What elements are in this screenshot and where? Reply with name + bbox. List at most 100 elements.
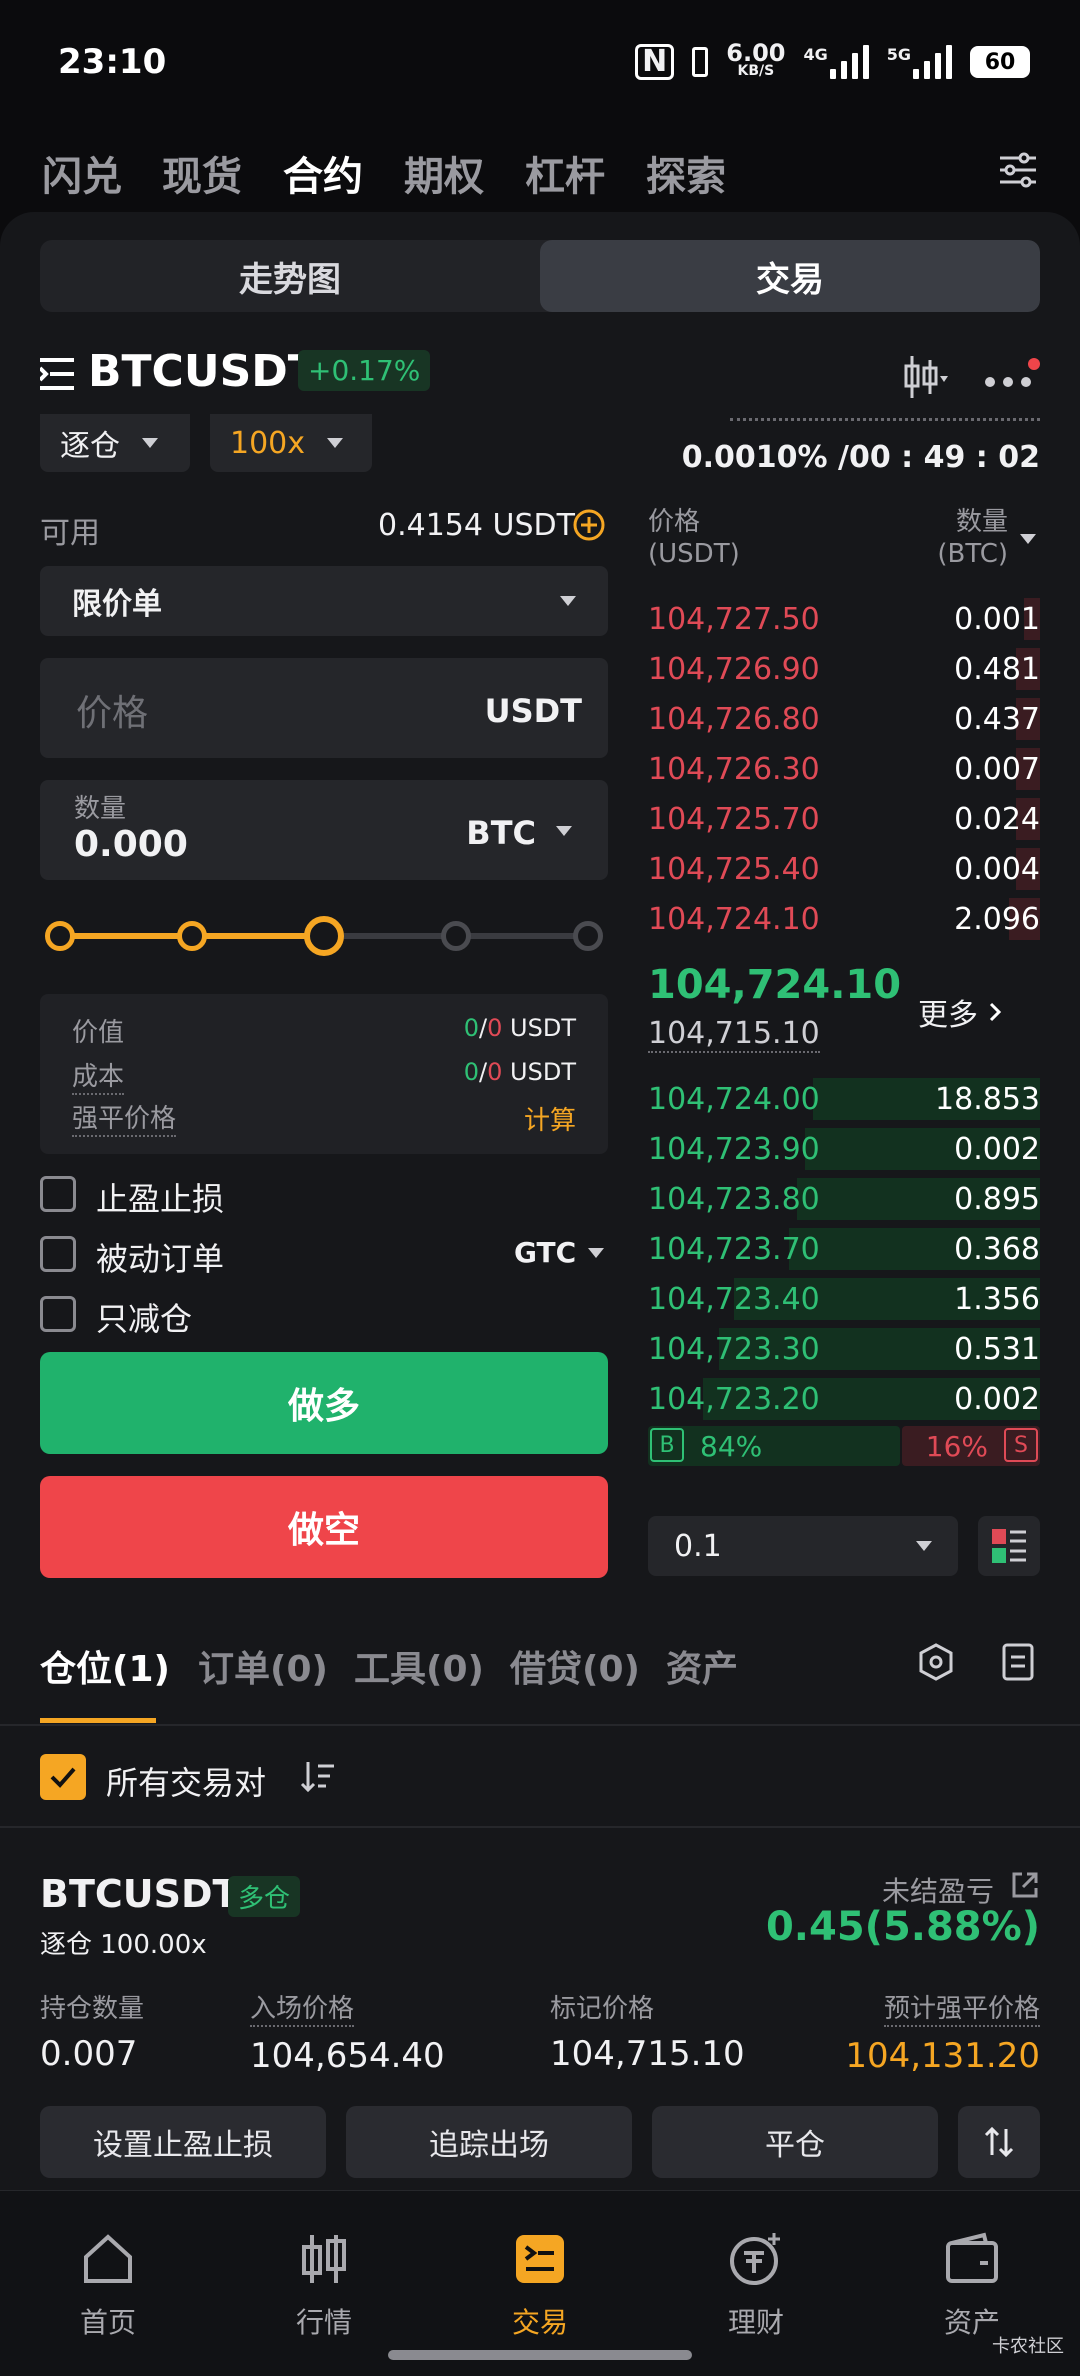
order-type-label: 限价单 [72, 587, 162, 622]
chevron-down-icon [916, 1541, 932, 1551]
long-button[interactable]: 做多 [40, 1352, 608, 1454]
divider [0, 1724, 1080, 1726]
nav-assets[interactable]: 资产 [902, 2231, 1042, 2341]
ask-row[interactable]: 104,726.30 0.007 [648, 744, 1040, 794]
slider-node[interactable] [45, 921, 75, 951]
bid-row[interactable]: 104,723.70 0.368 [648, 1224, 1040, 1274]
ask-price: 104,725.40 [648, 851, 820, 887]
market-chart-icon [302, 2235, 346, 2283]
top-nav-spot[interactable]: 现货 [162, 144, 242, 202]
nav-earn-label: 理财 [727, 2306, 784, 2339]
tab-chart[interactable]: 走势图 [40, 240, 540, 312]
tab-positions[interactable]: 仓位(1) [40, 1640, 170, 1692]
mark-label: 标记价格 [550, 1994, 655, 2024]
top-nav-options[interactable]: 期权 [404, 144, 484, 202]
summary-value: 0/0 USDT [464, 1014, 576, 1042]
candlestick-chart-icon[interactable] [900, 352, 950, 402]
reverse-position-button[interactable] [958, 2106, 1040, 2178]
tab-tools[interactable]: 工具(0) [354, 1640, 484, 1692]
bid-row[interactable]: 104,723.90 0.002 [648, 1124, 1040, 1174]
pair-name[interactable]: BTCUSDT [88, 346, 318, 397]
close-position-button[interactable]: 平仓 [652, 2106, 938, 2178]
slider-node[interactable] [304, 916, 344, 956]
summary-cost-long: 0 [463, 1058, 480, 1086]
nav-trade-label: 交易 [511, 2306, 568, 2339]
status-time: 23:10 [58, 42, 167, 82]
slider-node[interactable] [441, 921, 471, 951]
quantity-input[interactable]: 数量 0.000 BTC [40, 780, 608, 880]
nav-home[interactable]: 首页 [38, 2231, 178, 2341]
ask-row[interactable]: 104,724.10 2.096 [648, 894, 1040, 944]
reduce-only-checkbox[interactable] [40, 1296, 76, 1332]
chevron-down-icon [1020, 534, 1036, 544]
ask-row[interactable]: 104,725.70 0.024 [648, 794, 1040, 844]
price-input[interactable]: 价格 USDT [40, 658, 608, 758]
ask-row[interactable]: 104,726.80 0.437 [648, 694, 1040, 744]
more-orderbook-link[interactable]: 更多 [918, 990, 1002, 1034]
pair-change-badge: +0.17% [298, 350, 431, 391]
signal-5g: 5G [887, 45, 952, 79]
margin-mode-select[interactable]: 逐仓 [40, 414, 190, 472]
tpsl-checkbox[interactable] [40, 1176, 76, 1212]
more-dots-icon[interactable] [980, 358, 1040, 398]
ask-qty: 2.096 [954, 901, 1040, 937]
calc-liq-button[interactable]: 计算 [524, 1100, 576, 1137]
bid-row[interactable]: 104,723.20 0.002 [648, 1374, 1040, 1424]
tab-assets[interactable]: 资产 [666, 1640, 738, 1692]
bid-row[interactable]: 104,723.40 1.356 [648, 1274, 1040, 1324]
top-nav-flash[interactable]: 闪兑 [42, 144, 122, 202]
hexagon-settings-icon[interactable] [916, 1642, 956, 1682]
quantity-unit[interactable]: BTC [466, 814, 536, 852]
bid-price: 104,723.40 [648, 1281, 820, 1317]
home-icon [84, 2234, 132, 2283]
ob-header-qty-label: 数量 [955, 507, 1008, 537]
order-history-icon[interactable] [1000, 1642, 1036, 1682]
nav-trade[interactable]: 交易 [470, 2231, 610, 2341]
chevron-down-icon [327, 438, 344, 448]
short-button[interactable]: 做空 [40, 1476, 608, 1578]
precision-select[interactable]: 0.1 [648, 1516, 958, 1576]
tpsl-label: 止盈止损 [96, 1180, 225, 1218]
ask-row[interactable]: 104,725.40 0.004 [648, 844, 1040, 894]
add-funds-icon[interactable] [572, 508, 606, 542]
top-nav-explore[interactable]: 探索 [646, 144, 726, 202]
sort-icon[interactable] [300, 1760, 336, 1794]
tif-select[interactable]: GTC [514, 1236, 605, 1269]
pair-header: BTCUSDT +0.17% [40, 340, 1040, 412]
ask-row[interactable]: 104,726.90 0.481 [648, 644, 1040, 694]
tab-trade[interactable]: 交易 [540, 240, 1040, 312]
bid-row[interactable]: 104,723.30 0.531 [648, 1324, 1040, 1374]
tab-loans[interactable]: 借贷(0) [510, 1640, 640, 1692]
menu-list-icon[interactable] [40, 356, 76, 392]
all-pairs-checkbox[interactable] [40, 1754, 86, 1800]
view-switch: 走势图 交易 [40, 240, 1040, 312]
trailing-exit-button[interactable]: 追踪出场 [346, 2106, 632, 2178]
nav-markets[interactable]: 行情 [254, 2231, 394, 2341]
bid-qty: 0.002 [954, 1381, 1040, 1417]
quantity-slider[interactable] [45, 916, 603, 956]
order-type-select[interactable]: 限价单 [40, 566, 608, 636]
position-pair[interactable]: BTCUSDT [40, 1872, 238, 1916]
leverage-select[interactable]: 100x [210, 414, 372, 472]
top-nav-futures[interactable]: 合约 [283, 144, 363, 202]
top-nav-margin[interactable]: 杠杆 [525, 144, 605, 202]
bid-row[interactable]: 104,724.00 18.853 [648, 1074, 1040, 1124]
slider-node[interactable] [573, 921, 603, 951]
ask-qty: 0.004 [954, 851, 1040, 887]
ask-price: 104,726.30 [648, 751, 820, 787]
tab-orders[interactable]: 订单(0) [198, 1640, 328, 1692]
signal-bars-icon [829, 45, 869, 79]
slider-node[interactable] [177, 921, 207, 951]
bid-row[interactable]: 104,723.80 0.895 [648, 1174, 1040, 1224]
set-tpsl-button[interactable]: 设置止盈止损 [40, 2106, 326, 2178]
share-icon[interactable] [1010, 1870, 1040, 1900]
ob-header-price-label: 价格 [648, 507, 701, 537]
summary-cost-short: 0 [487, 1058, 503, 1086]
post-only-checkbox[interactable] [40, 1236, 76, 1272]
nav-earn[interactable]: 理财 [686, 2231, 826, 2341]
ask-row[interactable]: 104,727.50 0.001 [648, 594, 1040, 644]
settings-sliders-icon[interactable] [998, 150, 1038, 190]
price-placeholder: 价格 [76, 693, 149, 734]
orderbook-layout-button[interactable] [978, 1516, 1040, 1576]
ob-header-qty[interactable]: 数量 (BTC) [937, 506, 1008, 570]
